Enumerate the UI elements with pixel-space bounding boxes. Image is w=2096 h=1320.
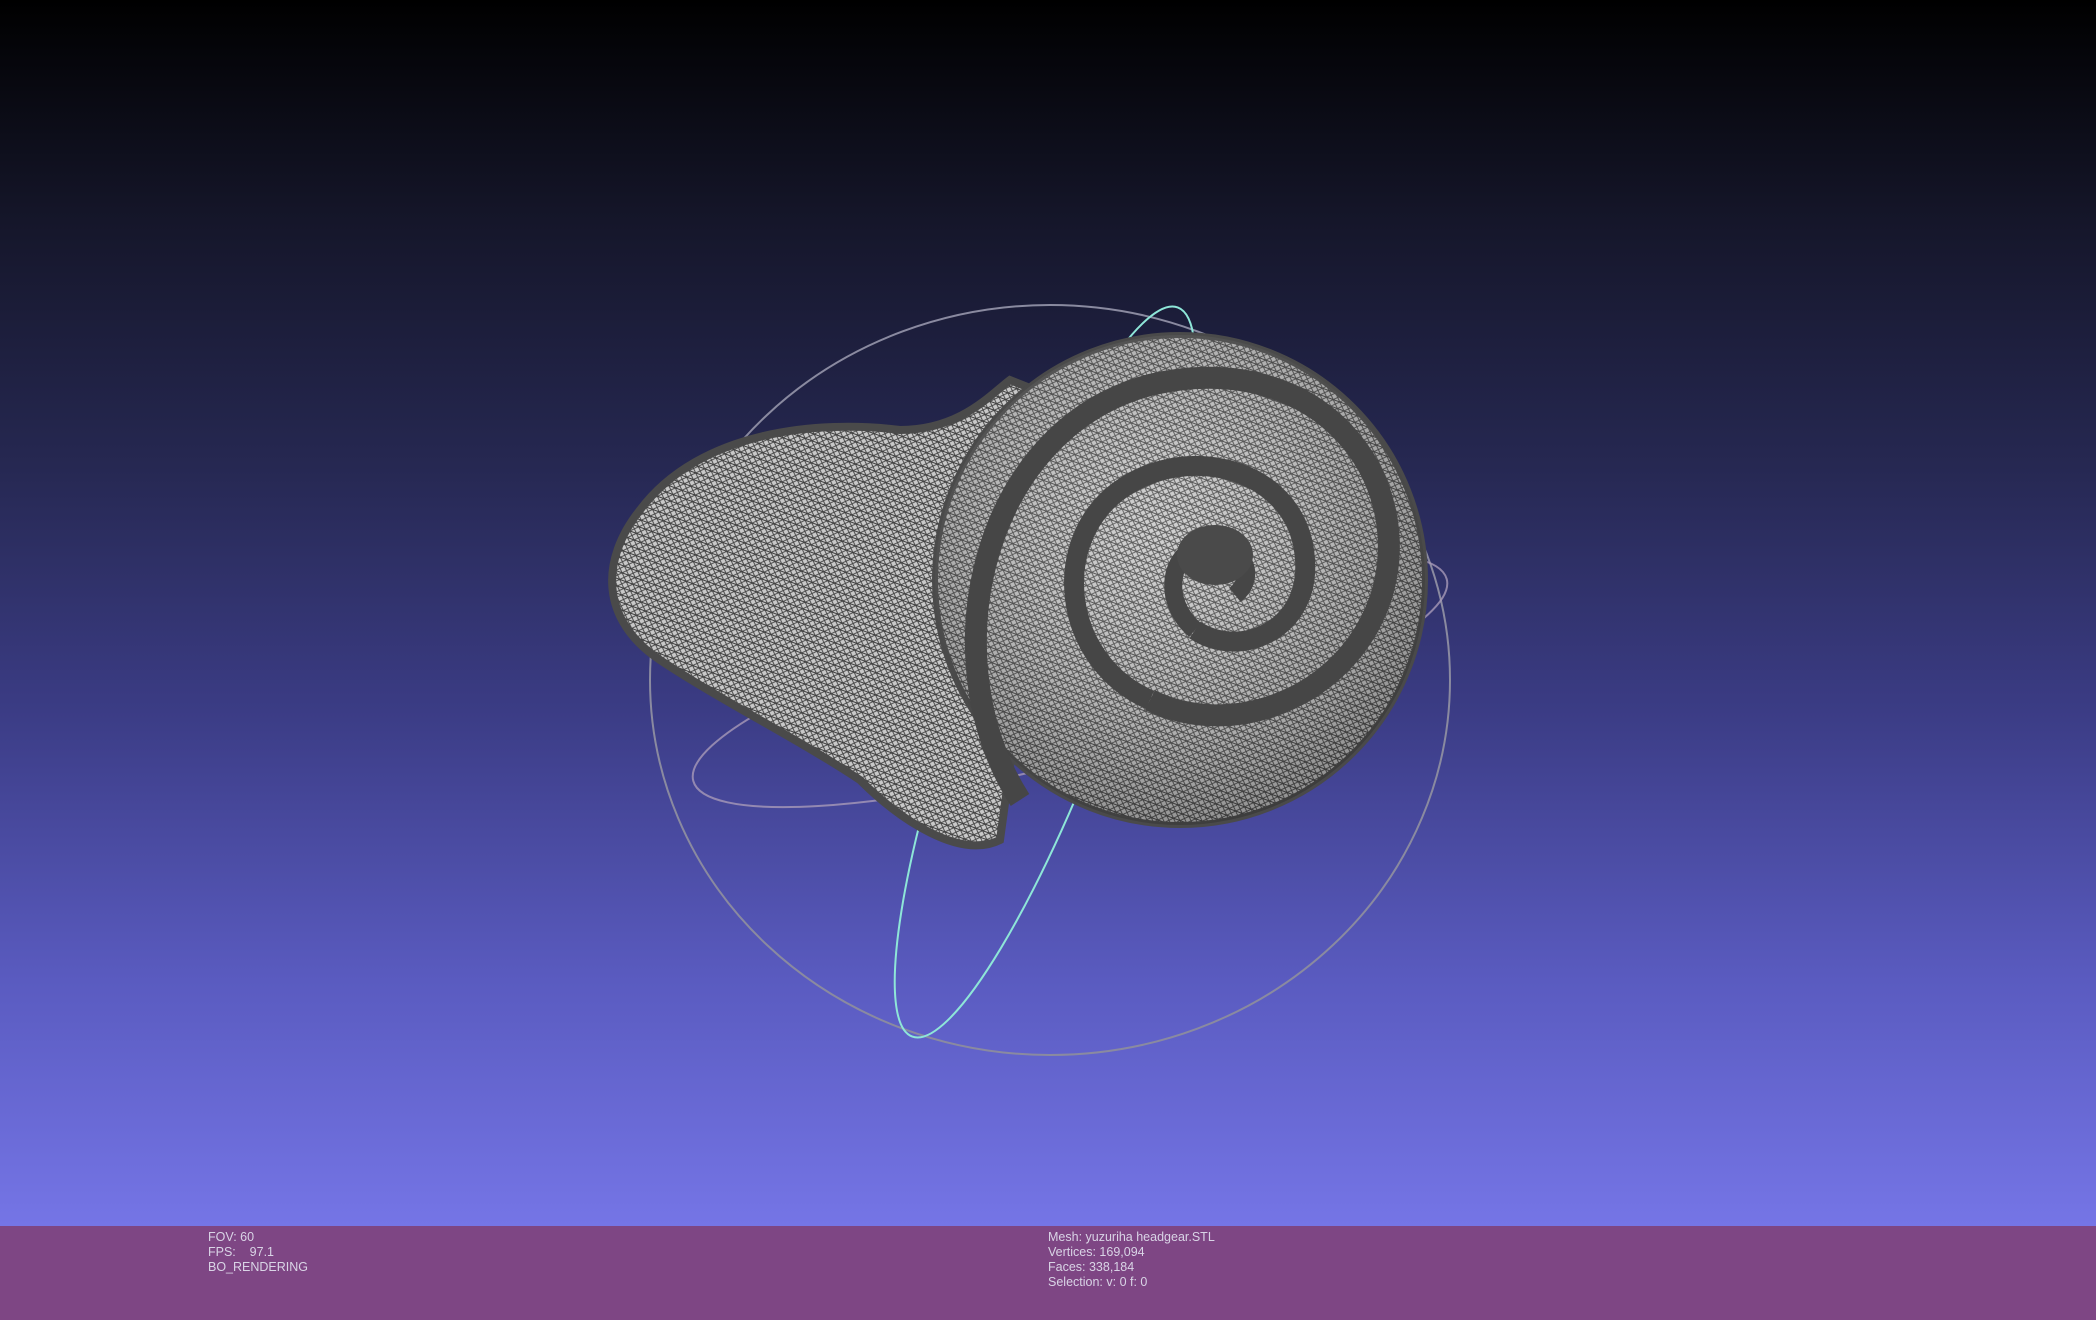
selection-readout: Selection: v: 0 f: 0 xyxy=(1048,1275,1148,1289)
vertices-readout: Vertices: 169,094 xyxy=(1048,1245,1145,1259)
mesh-info: Mesh: yuzuriha headgear.STL Vertices: 16… xyxy=(1048,1230,1215,1290)
render-info: FOV: 60 FPS: 97.1 BO_RENDERING xyxy=(208,1230,308,1275)
fps-readout: FPS: 97.1 xyxy=(208,1245,275,1259)
fov-readout: FOV: 60 xyxy=(208,1230,255,1244)
mesh-name-readout: Mesh: yuzuriha headgear.STL xyxy=(1048,1230,1215,1244)
status-info-bar: FOV: 60 FPS: 97.1 BO_RENDERING Mesh: yuz… xyxy=(0,1226,2096,1320)
faces-readout: Faces: 338,184 xyxy=(1048,1260,1135,1274)
mesh-spiral-core xyxy=(1177,525,1253,585)
mesh-model[interactable] xyxy=(608,332,1428,850)
3d-viewport[interactable] xyxy=(0,0,2096,1226)
render-mode-readout: BO_RENDERING xyxy=(208,1260,309,1274)
scene-canvas[interactable] xyxy=(0,0,2096,1226)
